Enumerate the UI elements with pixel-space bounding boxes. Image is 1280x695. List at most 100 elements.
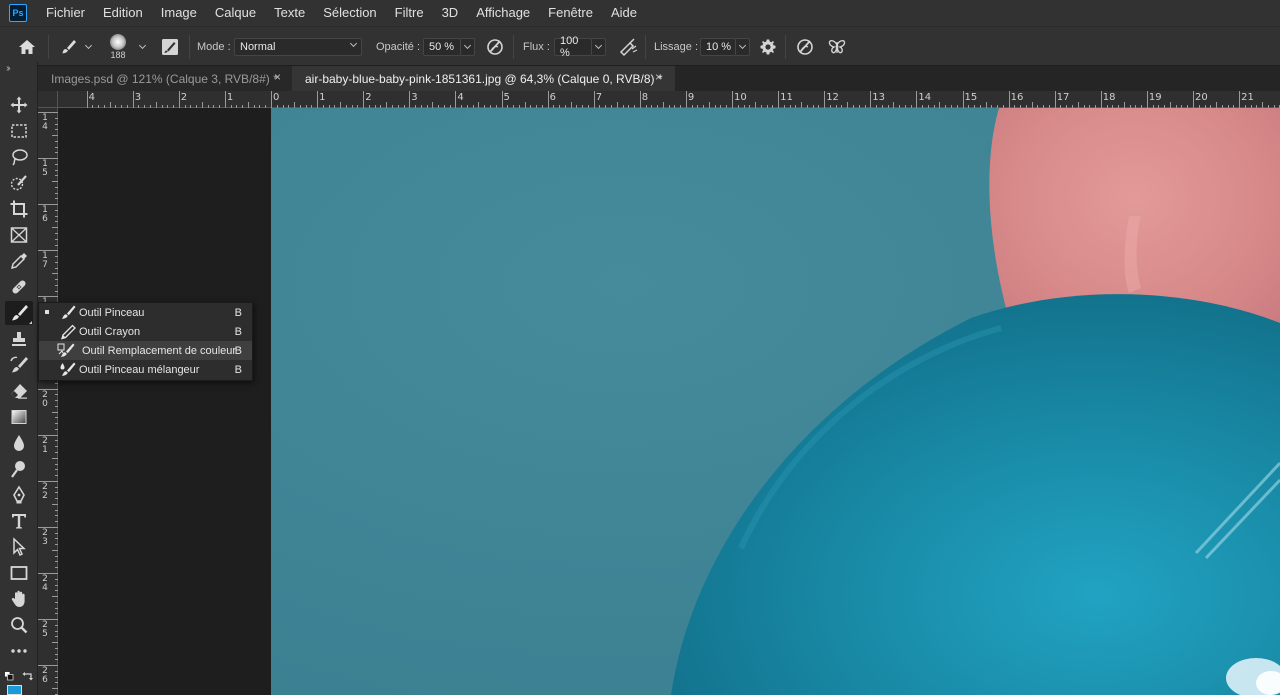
history-brush-tool-icon[interactable] — [8, 354, 30, 376]
ruler-tick-label: 11 — [780, 92, 793, 103]
brush-preset-dropdown-chevron-icon[interactable] — [84, 27, 93, 67]
brush-settings-panel-icon[interactable] — [160, 27, 180, 67]
ruler-tick-label: 2 — [365, 92, 372, 103]
flow-dropdown[interactable] — [592, 38, 606, 56]
quick-selection-tool-icon[interactable] — [8, 172, 30, 194]
tab-images-psd[interactable]: Images.psd @ 121% (Calque 3, RVB/8#) * × — [38, 66, 292, 91]
pasteboard[interactable] — [58, 108, 1280, 695]
brush-size-picker[interactable]: 188 — [110, 27, 126, 67]
opacity-dropdown[interactable] — [461, 38, 475, 56]
pressure-size-icon[interactable] — [795, 27, 815, 67]
collapse-panel-icon[interactable]: ›› — [6, 63, 10, 74]
flyout-item-pencil[interactable]: Outil Crayon B — [39, 322, 252, 341]
brush-icon — [62, 305, 76, 319]
mode-label: Mode : — [197, 41, 231, 53]
flow-value: 100 % — [560, 35, 579, 59]
smoothing-label: Lissage : — [654, 41, 699, 53]
flyout-shortcut: B — [234, 363, 242, 376]
brush-size-dropdown-chevron-icon[interactable] — [138, 27, 147, 67]
tool-group-indicator-icon — [29, 321, 32, 324]
ruler-tick-label: 12 — [826, 92, 839, 103]
blend-mode-select[interactable]: Normal — [234, 38, 362, 56]
flyout-label: Outil Pinceau — [79, 306, 145, 319]
menu-edition[interactable]: Edition — [94, 0, 152, 26]
eyedropper-tool-icon[interactable] — [8, 250, 30, 272]
home-icon[interactable] — [16, 27, 38, 67]
eraser-tool-icon[interactable] — [8, 380, 30, 402]
flyout-label: Outil Pinceau mélangeur — [79, 363, 200, 376]
frame-tool-icon[interactable] — [8, 224, 30, 246]
balloon-photo — [271, 108, 1280, 695]
blur-tool-icon[interactable] — [8, 432, 30, 454]
menu-selection[interactable]: Sélection — [314, 0, 385, 26]
tab-air-baby-blue-jpg[interactable]: air-baby-blue-baby-pink-1851361.jpg @ 64… — [292, 66, 675, 91]
dodge-tool-icon[interactable] — [8, 458, 30, 480]
tools-panel: ›› — [0, 62, 38, 695]
ruler-origin[interactable] — [38, 91, 58, 108]
ruler-tick-label: 20 — [42, 389, 48, 409]
rectangle-tool-icon[interactable] — [8, 562, 30, 584]
menu-filtre[interactable]: Filtre — [386, 0, 433, 26]
swap-colors-icon[interactable] — [22, 668, 34, 681]
lasso-tool-icon[interactable] — [8, 146, 30, 168]
gear-icon[interactable] — [759, 27, 777, 67]
menu-image[interactable]: Image — [152, 0, 206, 26]
more-tools-icon[interactable] — [8, 640, 30, 662]
menu-3d[interactable]: 3D — [433, 0, 468, 26]
type-tool-icon[interactable] — [8, 510, 30, 532]
close-icon[interactable]: × — [655, 70, 662, 84]
menu-calque[interactable]: Calque — [206, 0, 265, 26]
ruler-tick-label: 21 — [1241, 92, 1254, 103]
brush-size-value: 188 — [110, 50, 126, 60]
mixer-brush-icon — [60, 362, 76, 376]
brush-preset-icon[interactable] — [58, 27, 80, 67]
ruler-tick-label: 18 — [1102, 92, 1116, 103]
vertical-ruler[interactable]: 14151617181920212223242526 — [38, 108, 58, 695]
options-bar: 188 Mode : Normal Opacité : 50 % Flux : … — [0, 26, 1280, 66]
ruler-tick-label: 9 — [687, 92, 695, 103]
smoothing-input[interactable]: 10 % — [700, 38, 736, 56]
crop-tool-icon[interactable] — [8, 198, 30, 220]
pressure-opacity-icon[interactable] — [485, 27, 505, 67]
flyout-item-mixer-brush[interactable]: Outil Pinceau mélangeur B — [39, 360, 252, 379]
ruler-tick-label: 14 — [42, 113, 48, 132]
flyout-shortcut: B — [234, 344, 242, 357]
menu-aide[interactable]: Aide — [602, 0, 646, 26]
marquee-tool-icon[interactable] — [8, 120, 30, 142]
horizontal-ruler[interactable]: 4 3 2 1 0 1 2 3 4 5 6 7 8 9 10 11 12 13 14 15 16 17 18 19 20 21 — [58, 91, 1280, 108]
brush-tool-icon[interactable] — [5, 301, 33, 325]
smoothing-dropdown[interactable] — [736, 38, 750, 56]
ruler-tick-label: 13 — [872, 92, 886, 103]
zoom-tool-icon[interactable] — [8, 614, 30, 636]
ruler-tick-label: 8 — [641, 92, 649, 103]
healing-brush-tool-icon[interactable] — [8, 276, 30, 298]
flow-input[interactable]: 100 % — [554, 35, 592, 59]
path-selection-tool-icon[interactable] — [8, 536, 30, 558]
default-colors-icon[interactable] — [4, 668, 14, 681]
flyout-item-brush[interactable]: Outil Pinceau B — [39, 303, 252, 322]
ruler-tick-label: 22 — [42, 481, 48, 501]
ruler-tick-label: 3 — [411, 92, 418, 103]
ruler-tick-label: 25 — [42, 620, 48, 640]
menu-affichage[interactable]: Affichage — [467, 0, 539, 26]
symmetry-butterfly-icon[interactable] — [827, 27, 847, 67]
move-tool-icon[interactable] — [8, 94, 30, 116]
menu-fichier[interactable]: Fichier — [37, 0, 94, 26]
photoshop-logo-icon: Ps — [9, 4, 27, 22]
opacity-input[interactable]: 50 % — [423, 38, 461, 56]
flyout-item-color-replacement[interactable]: Outil Remplacement de couleur B — [39, 341, 252, 360]
close-icon[interactable]: × — [274, 70, 281, 84]
menu-texte[interactable]: Texte — [265, 0, 314, 26]
ruler-tick-label: 17 — [42, 251, 48, 271]
foreground-color-swatch[interactable] — [7, 685, 22, 695]
tab-label: Images.psd @ 121% (Calque 3, RVB/8#) * — [51, 71, 278, 86]
blend-mode-chevron-icon — [349, 39, 358, 48]
hand-tool-icon[interactable] — [8, 588, 30, 610]
airbrush-icon[interactable] — [617, 27, 639, 67]
pen-tool-icon[interactable] — [8, 484, 30, 506]
document-canvas[interactable] — [271, 108, 1280, 695]
ruler-tick-label: 3 — [134, 92, 142, 103]
clone-stamp-tool-icon[interactable] — [8, 328, 30, 350]
gradient-tool-icon[interactable] — [8, 406, 30, 428]
menu-fenetre[interactable]: Fenêtre — [539, 0, 602, 26]
